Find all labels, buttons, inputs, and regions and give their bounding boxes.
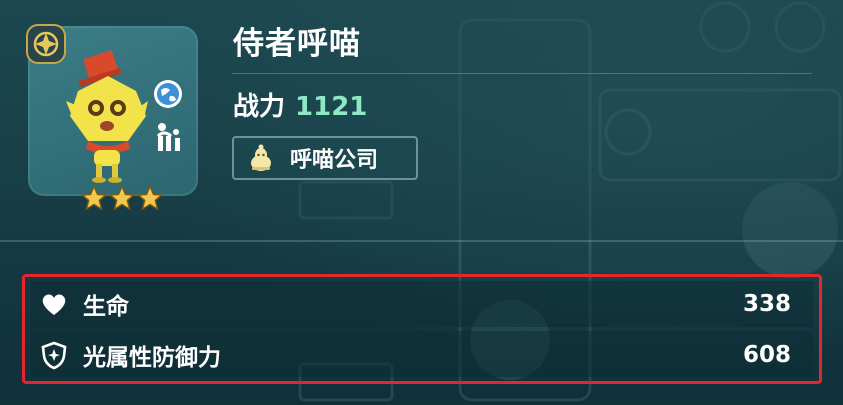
stat-label-light-defense: 光属性防御力 [83,345,221,371]
stat-value-light-defense: 608 [742,342,791,368]
combat-power: 战力 1121 [233,86,367,123]
character-portrait[interactable] [26,24,198,211]
faction-tag[interactable]: 呼喵公司 [232,136,418,180]
faction-label: 呼喵公司 [290,148,379,173]
stat-row-light-defense: 光属性防御力 608 [39,335,791,375]
bell-mascot-icon [251,144,271,171]
globe-icon [154,80,182,108]
stat-row-hp: 生命 338 [39,284,791,324]
combat-power-value: 1121 [295,92,368,122]
combat-power-label: 战力 [233,92,286,122]
star-icon [136,184,164,211]
mecha-icon [156,123,180,151]
light-shield-icon [41,341,67,370]
stat-value-hp: 338 [742,291,791,317]
star-icon [108,184,136,211]
header-divider [0,240,843,242]
rarity-stars [80,184,164,212]
name-underline [232,73,812,74]
stats-panel: 生命 338 光属性防御力 608 [22,274,822,384]
heart-icon [42,294,66,315]
stat-label-hp: 生命 [83,294,129,320]
star-icon [80,184,108,211]
character-name: 侍者呼喵 [233,26,361,62]
mascot-illustration [66,50,148,183]
